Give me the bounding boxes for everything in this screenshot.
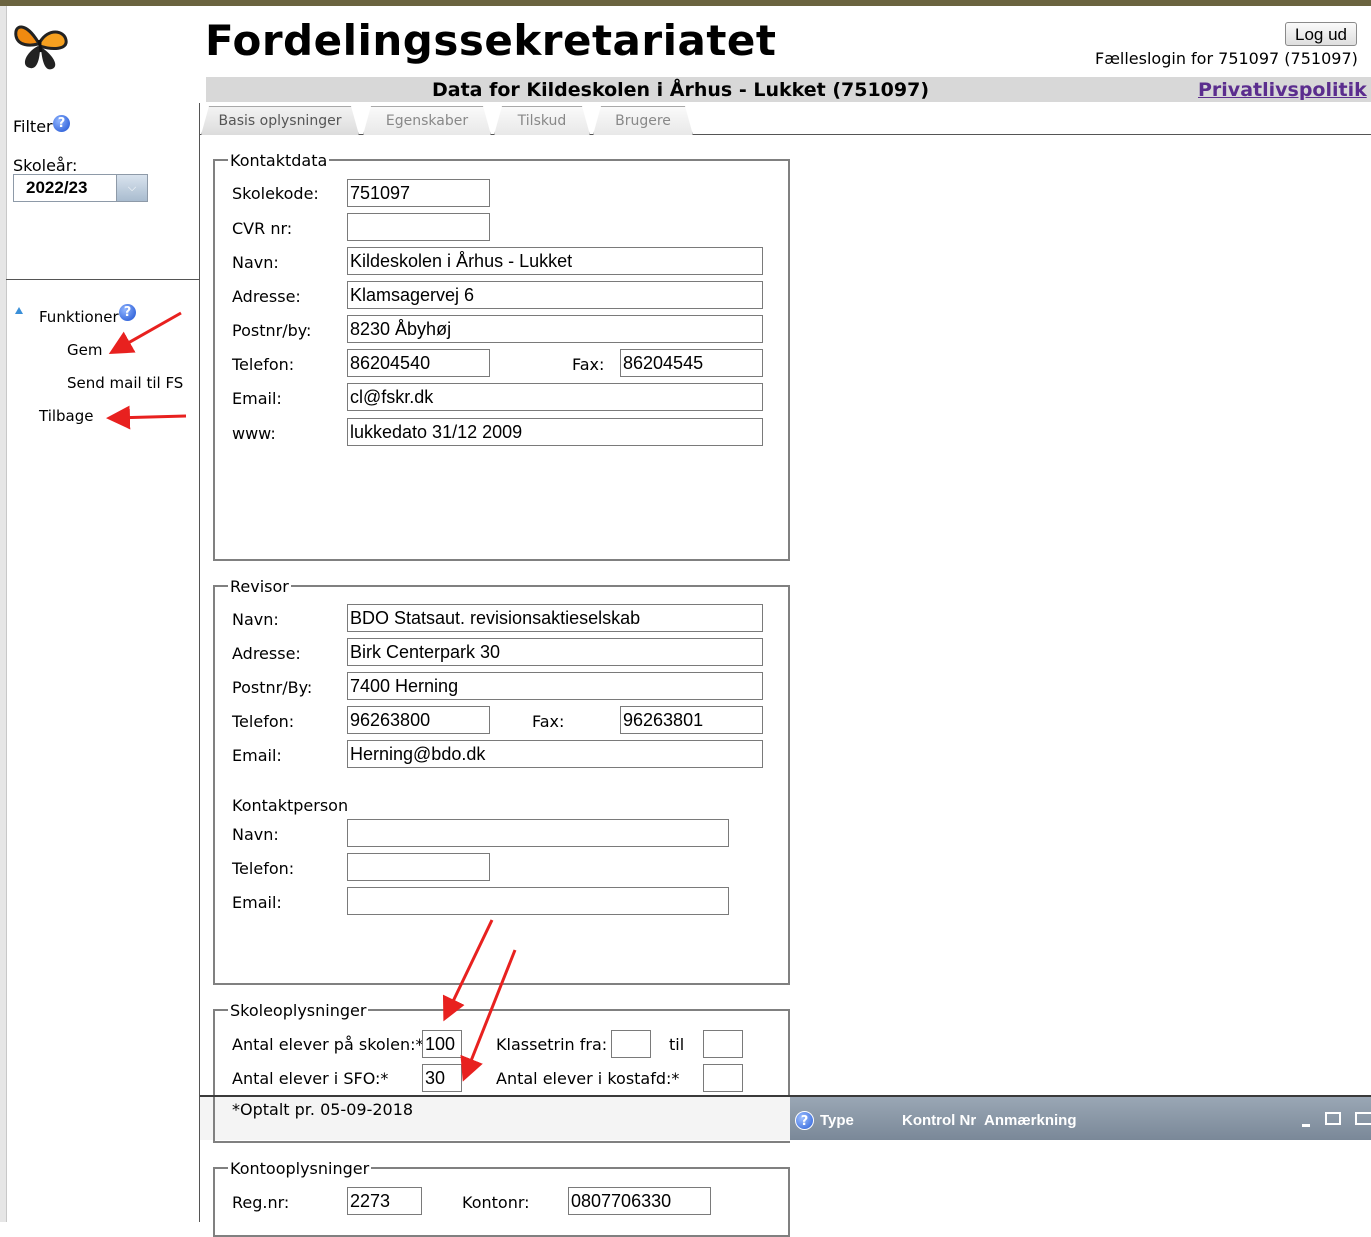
contactperson-telefon-label: Telefon: [232,859,295,878]
schoolyear-value: 2022/23 [26,178,88,197]
school-note: *Optalt pr. 05-09-2018 [232,1100,414,1119]
school-legend: Skoleoplysninger [228,1001,369,1020]
butterfly-logo [14,25,68,70]
logout-button[interactable]: Log ud [1285,22,1357,46]
privacy-link[interactable]: Privatlivspolitik [1198,79,1367,101]
contactperson-heading: Kontaktperson [232,796,349,815]
maximize-icon[interactable] [1355,1112,1371,1125]
grid-col-type[interactable]: Type [820,1112,854,1129]
sidebar-divider [6,279,199,280]
contactperson-navn-label: Navn: [232,825,279,844]
revisor-email-field[interactable]: Herning@bdo.dk [347,740,763,768]
navn-field[interactable]: Kildeskolen i Århus - Lukket [347,247,763,275]
cvr-label: CVR nr: [232,219,293,238]
www-label: www: [232,424,276,443]
revisor-postnr-field[interactable]: 7400 Herning [347,672,763,700]
sfo-field[interactable]: 30 [422,1064,462,1092]
www-field[interactable]: lukkedato 31/12 2009 [347,418,763,446]
revisor-email-label: Email: [232,746,282,765]
grid-col-kontrol-nr[interactable]: Kontrol Nr [902,1112,976,1129]
tab-basis-oplysninger[interactable]: Basis oplysninger [201,106,359,135]
klassetrin-til-field[interactable] [703,1030,743,1058]
kostafd-field[interactable] [703,1064,743,1092]
restore-icon[interactable] [1325,1112,1341,1125]
skolekode-field[interactable]: 751097 [347,179,490,207]
tab-tilskud[interactable]: Tilskud [494,106,590,135]
fax-label: Fax: [572,355,605,374]
tab-brugere[interactable]: Brugere [593,106,693,135]
contactperson-email-field[interactable] [347,887,729,915]
revisor-adresse-field[interactable]: Birk Centerpark 30 [347,638,763,666]
revisor-navn-field[interactable]: BDO Statsaut. revisionsaktieselskab [347,604,763,632]
revisor-navn-label: Navn: [232,610,279,629]
email-label: Email: [232,389,282,408]
schoolyear-label: Skoleår: [13,156,78,175]
kontonr-field[interactable]: 0807706330 [568,1187,711,1215]
kostafd-label: Antal elever i kostafd:* [496,1069,680,1088]
app-title: Fordelingssekretariatet [205,16,777,65]
postnr-field[interactable]: 8230 Åbyhøj [347,315,763,343]
revisor-telefon-label: Telefon: [232,712,295,731]
klassetrin-fra-field[interactable] [611,1030,651,1058]
telefon-field[interactable]: 86204540 [347,349,490,377]
sidebar-border [199,103,200,1222]
collapse-triangle-icon[interactable] [15,307,23,314]
revisor-fax-field[interactable]: 96263801 [620,706,763,734]
chevron-down-icon[interactable]: ⌵ [116,175,147,201]
contactperson-navn-field[interactable] [347,819,729,847]
revisor-fax-label: Fax: [532,712,565,731]
navn-label: Navn: [232,253,279,272]
schoolyear-select[interactable]: 2022/23 ⌵ [13,174,148,202]
regnr-field[interactable]: 2273 [347,1187,422,1215]
window-top-border [0,0,1371,6]
kontonr-label: Kontonr: [462,1193,530,1212]
school-fieldset-bottom-edge [213,1141,790,1143]
school-fieldset-left-edge [213,1097,215,1143]
filter-label: Filter [13,117,53,136]
window-left-edge [0,6,7,1222]
functions-help-icon[interactable]: ? [119,304,136,321]
sidebar-item-gem[interactable]: Gem [67,341,102,359]
arrow-to-tilbage [106,405,187,430]
functions-label: Funktioner [39,308,119,326]
account-legend: Kontooplysninger [228,1159,372,1178]
email-field[interactable]: cl@fskr.dk [347,383,763,411]
revisor-postnr-label: Postnr/By: [232,678,313,697]
tab-egenskaber[interactable]: Egenskaber [363,106,491,135]
grid-help-icon[interactable]: ? [795,1111,814,1130]
page-subtitle: Data for Kildeskolen i Århus - Lukket (7… [432,79,930,101]
contactperson-email-label: Email: [232,893,282,912]
filter-help-icon[interactable]: ? [53,115,70,132]
minimize-icon[interactable] [1302,1124,1310,1127]
revisor-adresse-label: Adresse: [232,644,301,663]
fax-field[interactable]: 86204545 [620,349,763,377]
login-info: Fælleslogin for 751097 (751097) [1095,49,1358,68]
revisor-telefon-field[interactable]: 96263800 [347,706,490,734]
sidebar-item-send-mail[interactable]: Send mail til FS [67,374,183,392]
contact-legend: Kontaktdata [228,151,330,170]
sfo-label: Antal elever i SFO:* [232,1069,389,1088]
revisor-legend: Revisor [228,577,291,596]
grid-header [790,1097,1371,1140]
cvr-field[interactable] [347,213,490,241]
adresse-label: Adresse: [232,287,301,306]
klassetrin-til-label: til [669,1035,685,1054]
adresse-field[interactable]: Klamsagervej 6 [347,281,763,309]
regnr-label: Reg.nr: [232,1193,290,1212]
telefon-label: Telefon: [232,355,295,374]
klassetrin-fra-label: Klassetrin fra: [496,1035,608,1054]
sidebar-item-tilbage[interactable]: Tilbage [39,407,94,425]
elever-field[interactable]: 100 [422,1030,462,1058]
elever-label: Antal elever på skolen:* [232,1035,424,1054]
contactperson-telefon-field[interactable] [347,853,490,881]
postnr-label: Postnr/by: [232,321,312,340]
skolekode-label: Skolekode: [232,184,319,203]
grid-col-anmaerkning[interactable]: Anmærkning [984,1112,1077,1129]
